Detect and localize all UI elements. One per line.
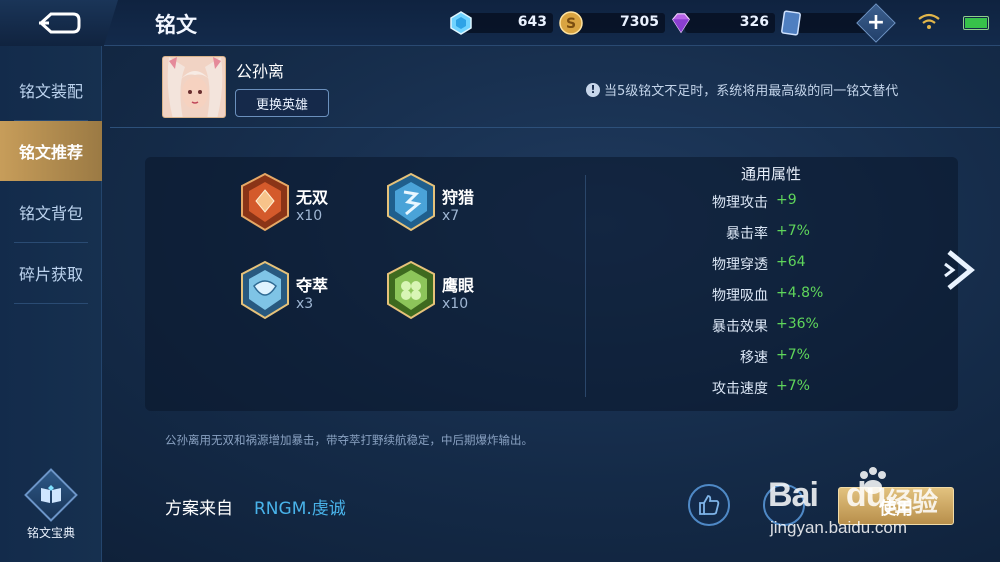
back-button[interactable] — [0, 0, 118, 46]
rune-name: 夺萃 — [296, 276, 329, 295]
rune-item[interactable]: 鹰眼 x10 — [384, 260, 524, 320]
attribute-row: 物理攻击 +9 — [586, 192, 956, 212]
recommendation-description: 公孙离用无双和祸源增加暴击，带夺萃打野续航稳定，中后期爆炸输出。 — [165, 433, 533, 447]
attributes-title: 通用属性 — [740, 165, 801, 183]
attribute-key: 暴击率 — [726, 226, 768, 242]
attribute-row: 物理吸血 +4.8% — [586, 285, 956, 305]
attribute-key: 攻击速度 — [712, 381, 768, 397]
red-rune-icon — [241, 172, 289, 232]
paw-icon — [860, 467, 886, 494]
attribute-row: 移速 +7% — [586, 347, 956, 367]
book-icon — [24, 468, 78, 522]
sidebar-item-rune-recommend[interactable]: 铭文推荐 — [0, 121, 102, 181]
sidebar-item-fragments[interactable]: 碎片获取 — [0, 243, 102, 303]
substitution-notice: ! 当5级铭文不足时，系统将用最高级的同一铭文替代 — [586, 80, 898, 99]
green-rune-icon — [387, 260, 435, 320]
gold-coin-icon: S — [559, 11, 583, 35]
attribute-row: 暴击效果 +36% — [586, 316, 956, 336]
rune-count: x10 — [442, 296, 469, 312]
info-icon: ! — [586, 82, 600, 97]
source-author[interactable]: RNGM.虔诚 — [254, 494, 346, 519]
rune-codex-label: 铭文宝典 — [26, 526, 75, 540]
change-hero-button[interactable]: 更换英雄 — [235, 89, 329, 117]
rune-item[interactable]: 夺萃 x3 — [238, 260, 378, 320]
attribute-key: 物理攻击 — [712, 195, 768, 211]
attribute-key: 物理穿透 — [712, 257, 768, 273]
thumbs-up-icon — [699, 495, 720, 515]
page-title: 铭文 — [155, 13, 197, 37]
card-icon — [779, 10, 803, 36]
attribute-key: 暴击效果 — [712, 319, 768, 335]
blue-rune-icon — [241, 260, 289, 320]
rune-count: x7 — [442, 208, 460, 224]
battery-icon — [963, 16, 989, 30]
attribute-key: 物理吸血 — [712, 288, 768, 304]
diamond-counter: 326 — [669, 11, 775, 35]
diamond-value: 326 — [685, 13, 775, 33]
rune-count: x3 — [296, 296, 314, 312]
add-resource-button[interactable]: + — [856, 3, 896, 43]
rune-codex-button[interactable]: 铭文宝典 — [18, 468, 84, 545]
wifi-icon — [918, 13, 940, 29]
rune-name: 鹰眼 — [442, 276, 475, 295]
attribute-value: +7% — [776, 378, 810, 394]
diamond-icon — [669, 11, 693, 35]
gold-value: 7305 — [575, 13, 665, 33]
crystal-icon — [449, 11, 473, 35]
top-bar: 铭文 643 S 7305 326 1 + — [0, 0, 1000, 46]
attribute-value: +7% — [776, 347, 810, 363]
source-label: 方案来自 — [165, 499, 233, 519]
attribute-row: 攻击速度 +7% — [586, 378, 956, 398]
rune-item[interactable]: 无双 x10 — [238, 172, 378, 232]
gold-counter: S 7305 — [559, 11, 665, 35]
hero-avatar — [162, 56, 226, 118]
attribute-row: 物理穿透 +64 — [586, 254, 956, 274]
back-arrow-icon — [38, 12, 81, 34]
hero-name: 公孙离 — [236, 62, 285, 81]
next-page-arrow-icon[interactable] — [943, 248, 977, 292]
attribute-value: +7% — [776, 223, 810, 239]
sidebar-item-rune-equip[interactable]: 铭文装配 — [0, 60, 102, 120]
attribute-row: 暴击率 +7% — [586, 223, 956, 243]
blue-rune-icon — [387, 172, 435, 232]
crystal-counter: 643 — [449, 11, 553, 35]
baidu-watermark: Bai du 经验 jingyan.baidu.com — [768, 466, 998, 546]
svg-text:S: S — [566, 16, 576, 32]
attribute-value: +9 — [776, 192, 797, 208]
attribute-value: +64 — [776, 254, 806, 270]
rune-name: 狩猎 — [442, 188, 475, 207]
like-button[interactable] — [688, 484, 730, 526]
watermark-url: jingyan.baidu.com — [770, 518, 908, 537]
rune-name: 无双 — [296, 188, 329, 207]
attribute-key: 移速 — [740, 350, 768, 366]
attribute-value: +4.8% — [776, 285, 824, 301]
crystal-value: 643 — [465, 13, 553, 33]
rune-item[interactable]: 狩猎 x7 — [384, 172, 524, 232]
attribute-value: +36% — [776, 316, 819, 332]
rune-count: x10 — [296, 208, 323, 224]
sidebar-item-rune-bag[interactable]: 铭文背包 — [0, 182, 102, 242]
notice-text: 当5级铭文不足时，系统将用最高级的同一铭文替代 — [604, 84, 899, 99]
watermark-jingyan: 经验 — [886, 488, 939, 518]
